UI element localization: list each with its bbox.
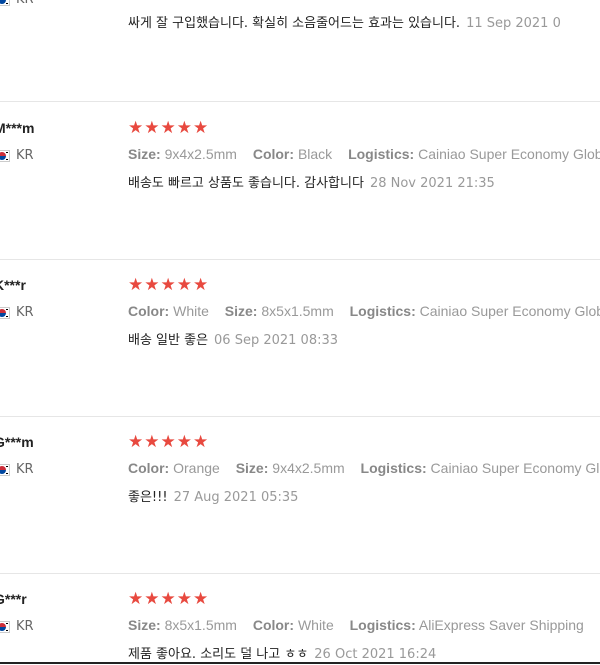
buyer-name: K***r [0, 277, 26, 293]
star-icon: ★ [176, 589, 192, 609]
buyer-country: KR [0, 148, 34, 163]
review-item: KR 싸게 잘 구입했습니다. 확실히 소음줄어드는 효과는 있습니다.11 S… [0, 0, 600, 102]
review-item: M***m KR ★★★★★ Size: 9x4x2.5mm Color: Bl… [0, 102, 600, 260]
star-icon: ★ [160, 432, 176, 452]
review-date: 28 Nov 2021 21:35 [369, 176, 495, 191]
buyer-country: KR [0, 462, 34, 477]
star-icon: ★ [193, 275, 209, 295]
buyer-country: KR [0, 619, 34, 634]
star-icon: ★ [144, 275, 160, 295]
review-item: G***r KR ★★★★★ Size: 8x5x1.5mm Color: Wh… [0, 573, 600, 662]
korea-flag-icon [0, 149, 10, 162]
review-text: 배송도 빠르고 상품도 좋습니다. 감사합니다 28 Nov 2021 21:35 [128, 176, 495, 191]
star-rating: ★ ★ ★ ★ ★ [128, 591, 208, 608]
review-date: 06 Sep 2021 08:33 [214, 333, 339, 348]
review-item: G***m KR ★★★★★ Color: Orange Size: 9x4x2… [0, 416, 600, 574]
star-icon: ★ [176, 432, 192, 452]
star-rating: ★ ★ ★ ★ ★ [128, 434, 208, 451]
bottom-divider [0, 662, 600, 664]
star-rating: ★ ★ ★ ★ ★ [128, 277, 208, 294]
star-icon: ★ [193, 432, 209, 452]
star-rating: ★ ★ ★ ★ ★ [128, 120, 208, 137]
star-icon: ★ [160, 275, 176, 295]
review-attributes: Size: 9x4x2.5mm Color: Black Logistics: … [128, 146, 600, 162]
buyer-country: KR [0, 0, 34, 7]
star-icon: ★ [128, 275, 144, 295]
buyer-name: G***m [0, 434, 34, 450]
review-item: K***r KR ★★★★★ Color: White Size: 8x5x1.… [0, 259, 600, 417]
korea-flag-icon [0, 620, 10, 633]
buyer-country: KR [0, 305, 34, 320]
review-attributes: Color: Orange Size: 9x4x2.5mm Logistics:… [128, 460, 600, 476]
buyer-name: G***r [0, 591, 27, 607]
star-icon: ★ [176, 118, 192, 138]
star-icon: ★ [128, 118, 144, 138]
buyer-name: M***m [0, 120, 35, 136]
star-icon: ★ [193, 589, 209, 609]
review-date: 27 Aug 2021 05:35 [173, 490, 299, 505]
review-date: 26 Oct 2021 16:24 [314, 647, 437, 662]
review-attributes: Size: 8x5x1.5mm Color: White Logistics: … [128, 617, 584, 633]
review-text: 좋은!!! 27 Aug 2021 05:35 [128, 490, 299, 505]
review-text: 제품 좋아요. 소리도 덜 나고 ㅎㅎ 26 Oct 2021 16:24 [128, 647, 437, 662]
review-text: 배송 일반 좋은 06 Sep 2021 08:33 [128, 333, 339, 348]
review-text: 싸게 잘 구입했습니다. 확실히 소음줄어드는 효과는 있습니다. 11 Sep … [128, 16, 561, 31]
star-icon: ★ [144, 589, 160, 609]
review-attributes: Color: White Size: 8x5x1.5mm Logistics: … [128, 303, 600, 319]
star-icon: ★ [193, 118, 209, 138]
star-icon: ★ [144, 432, 160, 452]
star-icon: ★ [160, 118, 176, 138]
review-date: 11 Sep 2021 0 [466, 16, 561, 31]
korea-flag-icon [0, 0, 10, 6]
korea-flag-icon [0, 306, 10, 319]
korea-flag-icon [0, 463, 10, 476]
star-icon: ★ [128, 432, 144, 452]
star-icon: ★ [144, 118, 160, 138]
star-icon: ★ [128, 589, 144, 609]
star-icon: ★ [160, 589, 176, 609]
star-icon: ★ [176, 275, 192, 295]
